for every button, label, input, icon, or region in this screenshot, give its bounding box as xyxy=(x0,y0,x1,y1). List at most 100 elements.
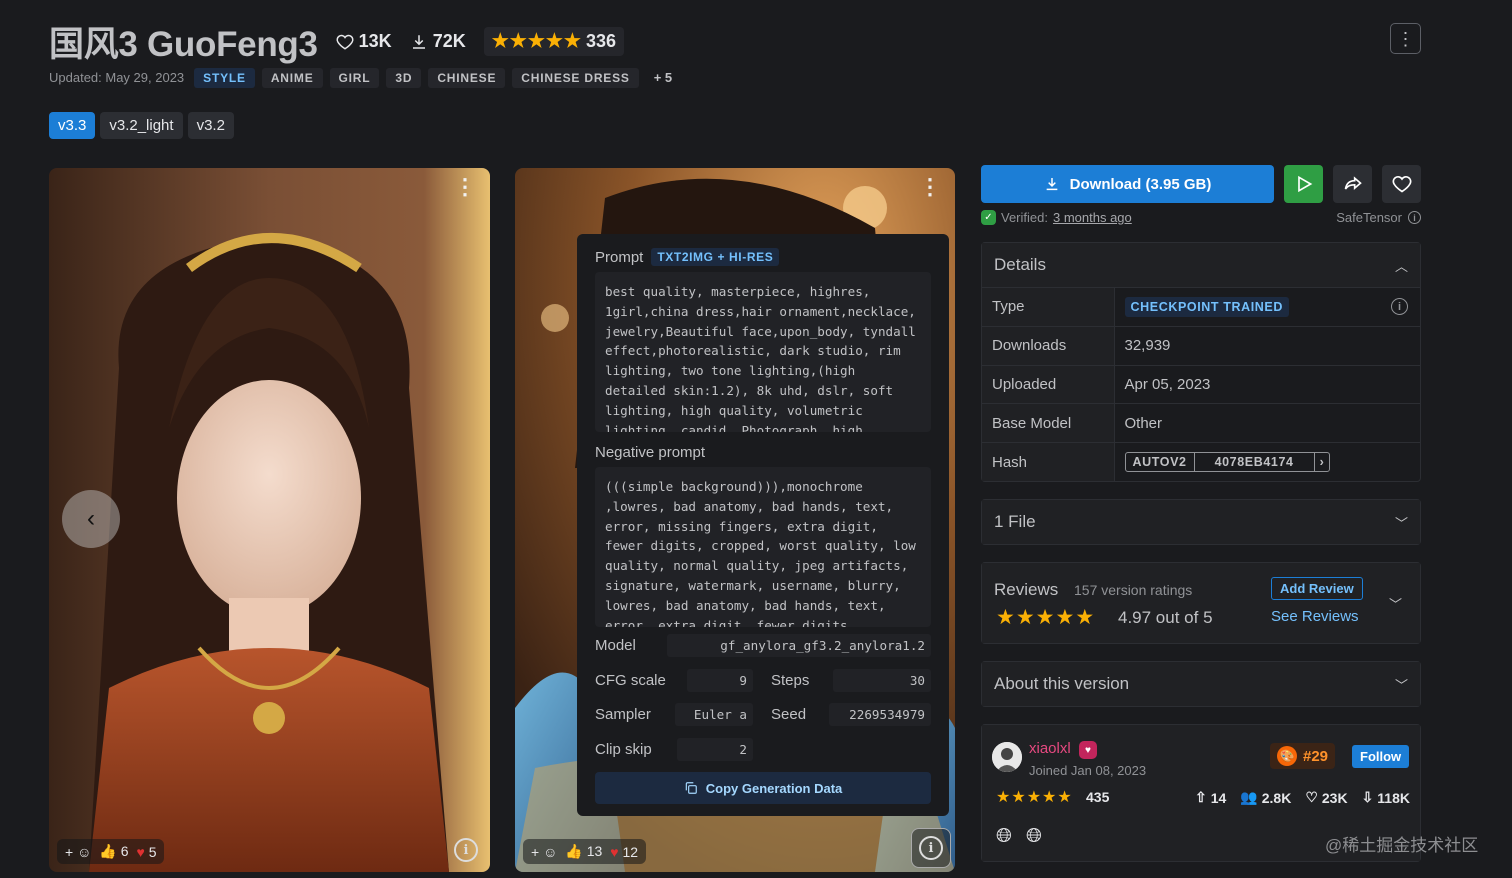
chevron-left-icon: ‹ xyxy=(87,505,95,532)
heart-count: 12 xyxy=(622,843,639,860)
heart-reaction[interactable]: ♥ 12 xyxy=(610,844,638,860)
tag-3d[interactable]: 3D xyxy=(386,67,422,88)
hash-string[interactable]: 4078EB4174 xyxy=(1195,453,1315,472)
rank-value: #29 xyxy=(1303,747,1329,765)
uploads-count: 14 xyxy=(1210,789,1227,806)
rating-stat[interactable]: ★ ★ ★ ★ ★ 336 xyxy=(483,27,624,56)
version-tab-v3-2[interactable]: v3.2 xyxy=(187,112,234,139)
model-header: 国风3 GuoFeng3 13K 72K ★ ★ ★ ★ ★ 336 xyxy=(49,16,624,67)
prompt-text[interactable]: best quality, masterpiece, highres, 1gir… xyxy=(595,272,931,432)
info-icon[interactable]: i xyxy=(1408,211,1421,224)
heart-count: 5 xyxy=(148,843,157,860)
avatar[interactable] xyxy=(992,742,1022,773)
chevron-right-icon[interactable]: › xyxy=(1315,453,1330,471)
hash-algorithm[interactable]: AUTOV2 xyxy=(1126,453,1195,472)
copy-icon xyxy=(685,782,697,794)
heart-icon xyxy=(336,34,354,50)
image-info-button[interactable]: i xyxy=(454,838,478,862)
gallery-image-1[interactable]: ⋮ ‹ + ☺ 👍 6 ♥ 5 i xyxy=(49,168,490,872)
copy-generation-data-button[interactable]: Copy Generation Data xyxy=(595,772,931,804)
steps-value: 30 xyxy=(833,669,931,692)
add-reaction-button[interactable]: + ☺ xyxy=(65,844,91,860)
image-menu-icon[interactable]: ⋮ xyxy=(454,176,476,198)
negative-prompt-label: Negative prompt xyxy=(595,444,706,461)
star-icon: ★ xyxy=(545,31,563,52)
details-row-type: Type CHECKPOINT TRAINED i xyxy=(982,287,1420,327)
avatar-image xyxy=(992,742,1022,773)
download-button[interactable]: Download (3.95 GB) xyxy=(981,165,1274,203)
share-icon xyxy=(1344,176,1362,190)
more-options-button[interactable]: ⋮ xyxy=(1390,23,1421,54)
version-tab-v3-2-light[interactable]: v3.2_light xyxy=(100,112,183,139)
hash-control[interactable]: AUTOV2 4078EB4174 › xyxy=(1124,452,1331,473)
clip-skip-value: 2 xyxy=(677,738,753,761)
image-menu-icon[interactable]: ⋮ xyxy=(919,176,941,198)
globe-icon[interactable]: 🌐︎ xyxy=(996,825,1012,848)
sampler-value: Euler a xyxy=(675,703,753,726)
cfg-label: CFG scale xyxy=(595,672,666,689)
favorites-stat[interactable]: 13K xyxy=(336,31,392,52)
details-table: Type CHECKPOINT TRAINED i Downloads 32,9… xyxy=(982,287,1420,482)
base-model-value: Other xyxy=(1114,403,1420,443)
files-header[interactable]: 1 File ﹀ xyxy=(982,500,1420,545)
clip-skip-label: Clip skip xyxy=(595,741,652,758)
image-info-button[interactable]: i xyxy=(911,828,951,868)
details-row-base-model: Base Model Other xyxy=(982,403,1420,443)
uploaded-label: Uploaded xyxy=(982,364,1115,404)
reviews-body: Reviews 157 version ratings ★ ★ ★ ★ ★ 4.97 o… xyxy=(982,563,1420,644)
sampler-seed-row: Sampler Euler a Seed 2269534979 xyxy=(595,703,931,726)
creator-name[interactable]: xiaolxl xyxy=(1029,740,1071,757)
version-tab-v3-3[interactable]: v3.3 xyxy=(49,112,96,139)
star-icon: ★ xyxy=(996,606,1015,630)
share-button[interactable] xyxy=(1333,165,1372,203)
details-header[interactable]: Details ︿ xyxy=(982,243,1420,287)
steps-label: Steps xyxy=(771,672,810,689)
favorite-button[interactable] xyxy=(1382,165,1421,203)
downloads-stat: 72K xyxy=(410,31,466,52)
chevron-down-icon[interactable]: ﹀ xyxy=(1389,594,1402,613)
verification-row: ✓ Verified: 3 months ago SafeTensor i xyxy=(981,210,1421,225)
downloads-count: 118K xyxy=(1377,789,1410,806)
verified-time-link[interactable]: 3 months ago xyxy=(1053,210,1132,225)
add-reaction-button[interactable]: + ☺ xyxy=(531,844,557,860)
model-row: Model gf_anylora_gf3.2_anylora1.2 xyxy=(595,634,931,657)
negative-prompt-text[interactable]: (((simple background))),monochrome ,lowr… xyxy=(595,467,931,627)
uploaded-value: Apr 05, 2023 xyxy=(1114,364,1420,404)
run-button[interactable] xyxy=(1284,165,1323,203)
reviews-panel: Reviews 157 version ratings ★ ★ ★ ★ ★ 4.97 o… xyxy=(981,562,1421,645)
heart-reaction[interactable]: ♥ 5 xyxy=(136,844,156,860)
more-tags-button[interactable]: + 5 xyxy=(646,67,680,88)
followers-count: 2.8K xyxy=(1261,789,1292,806)
see-reviews-link[interactable]: See Reviews xyxy=(1271,608,1359,625)
tag-chinese[interactable]: CHINESE xyxy=(428,67,506,88)
star-icon: ★ xyxy=(1057,789,1072,807)
chevron-up-icon: ︿ xyxy=(1394,258,1408,274)
add-review-button[interactable]: Add Review xyxy=(1271,577,1363,601)
ratings-count: 157 version ratings xyxy=(1074,582,1193,599)
follow-button[interactable]: Follow xyxy=(1352,745,1410,769)
heart-icon: ♥ xyxy=(610,843,619,860)
tag-girl[interactable]: GIRL xyxy=(329,67,380,88)
info-icon[interactable]: i xyxy=(1391,298,1408,315)
tag-chinese-dress[interactable]: CHINESE DRESS xyxy=(512,67,639,88)
thumbs-up-reaction[interactable]: 👍 13 xyxy=(565,843,602,860)
heart-icon: ♡ xyxy=(1305,789,1318,806)
creator-links: 🌐︎ 🌐︎ xyxy=(996,825,1042,848)
files-title: 1 File xyxy=(994,512,1036,532)
like-count: 13 xyxy=(586,843,603,859)
globe-icon[interactable]: 🌐︎ xyxy=(1026,825,1042,848)
star-icon: ★ xyxy=(563,31,581,52)
tag-style[interactable]: STYLE xyxy=(194,67,255,88)
favorites-stat: ♡ 23K xyxy=(1305,789,1347,806)
creator-rank: 🎨 #29 xyxy=(1270,743,1336,770)
star-icon: ★ xyxy=(1075,606,1095,630)
creator-rating-stars: ★ ★ ★ ★ ★ xyxy=(996,787,1072,807)
prompt-header: Prompt TXT2IMG + HI-RES xyxy=(595,248,931,266)
about-header[interactable]: About this version ﹀ xyxy=(982,662,1420,707)
thumbs-up-reaction[interactable]: 👍 6 xyxy=(99,843,128,860)
image-reactions: + ☺ 👍 6 ♥ 5 xyxy=(57,839,165,864)
tag-anime[interactable]: ANIME xyxy=(261,67,323,88)
format-label: SafeTensor xyxy=(1336,210,1402,225)
model-value: gf_anylora_gf3.2_anylora1.2 xyxy=(667,634,931,657)
previous-image-button[interactable]: ‹ xyxy=(62,490,120,548)
